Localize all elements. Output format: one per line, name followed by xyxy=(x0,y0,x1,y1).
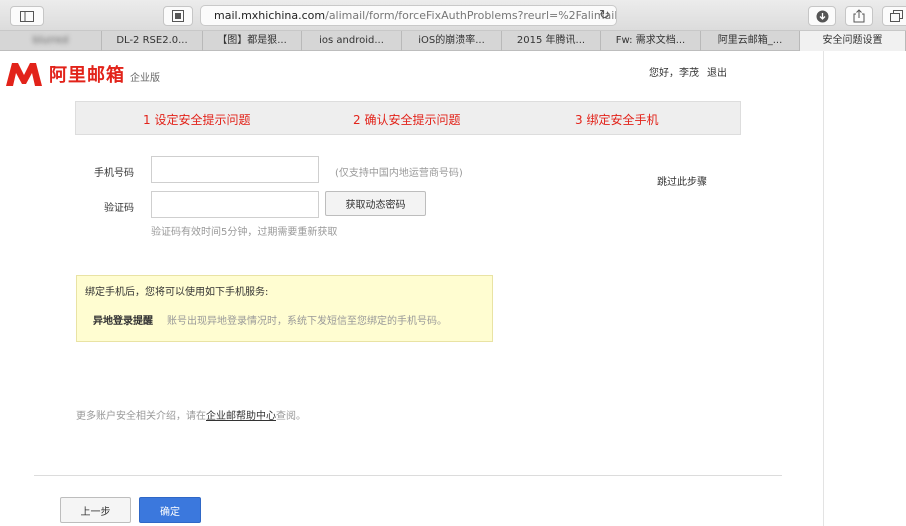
notice-service-label: 异地登录提醒 xyxy=(93,316,153,327)
tab-8[interactable]: 阿里云邮箱_... xyxy=(701,31,800,51)
tab-bar: blurred DL-2 RSE2.0... 【图】都是狠... ios and… xyxy=(0,31,906,51)
url-host: mail.mxhichina.com xyxy=(214,9,326,22)
help-prefix: 更多账户安全相关介绍，请在 xyxy=(76,411,206,422)
step-indicator: 1 设定安全提示问题 2 确认安全提示问题 3 绑定安全手机 xyxy=(75,101,741,135)
reader-button[interactable] xyxy=(163,6,193,26)
tab-7[interactable]: Fw: 需求文档... xyxy=(601,31,701,51)
share-button[interactable] xyxy=(845,6,873,26)
download-icon xyxy=(816,10,828,22)
browser-toolbar: mail.mxhichina.com /alimail/form/forceFi… xyxy=(0,0,906,31)
skip-step-link[interactable]: 跳过此步骤 xyxy=(657,173,707,188)
notice-title: 绑定手机后，您将可以使用如下手机服务: xyxy=(85,287,269,298)
step-2: 2 确认安全提示问题 xyxy=(353,113,461,127)
tab-2[interactable]: DL-2 RSE2.0... xyxy=(102,31,203,51)
tab-3[interactable]: 【图】都是狠... xyxy=(203,31,302,51)
phone-label: 手机号码 xyxy=(94,168,134,179)
logo-text: 阿里邮箱 xyxy=(49,65,125,86)
right-panel-divider xyxy=(823,51,824,526)
tab-5[interactable]: iOS的崩溃率... xyxy=(402,31,502,51)
logo-subtitle: 企业版 xyxy=(130,72,160,84)
confirm-button[interactable]: 确定 xyxy=(139,497,201,523)
user-greeting: 您好，李茂 xyxy=(649,68,699,79)
reader-icon xyxy=(172,10,184,22)
tab-1[interactable]: blurred xyxy=(0,31,102,51)
address-bar[interactable]: mail.mxhichina.com /alimail/form/forceFi… xyxy=(200,5,617,26)
alimail-logo[interactable]: 阿里邮箱 企业版 xyxy=(4,60,160,88)
code-label: 验证码 xyxy=(104,203,134,214)
logout-link[interactable]: 退出 xyxy=(707,64,727,79)
phone-input[interactable] xyxy=(151,156,319,183)
service-notice: 绑定手机后，您将可以使用如下手机服务: 异地登录提醒 账号出现异地登录情况时，系… xyxy=(76,275,493,342)
help-center-link[interactable]: 企业邮帮助中心 xyxy=(206,411,276,422)
sidebar-icon xyxy=(20,10,34,22)
reload-icon[interactable]: ↻ xyxy=(599,8,610,23)
m-logo-icon xyxy=(6,63,42,86)
footer-divider xyxy=(34,475,782,476)
tab-active[interactable]: 安全问题设置 xyxy=(800,31,906,51)
step-3: 3 绑定安全手机 xyxy=(575,113,659,127)
downloads-button[interactable] xyxy=(808,6,836,26)
tab-6[interactable]: 2015 年腾讯... xyxy=(502,31,601,51)
tabs-icon xyxy=(889,10,903,22)
tabs-overview-button[interactable] xyxy=(882,6,906,26)
prev-step-button[interactable]: 上一步 xyxy=(60,497,131,523)
get-code-button[interactable]: 获取动态密码 xyxy=(325,191,426,216)
code-input[interactable] xyxy=(151,191,319,218)
phone-hint: (仅支持中国内地运营商号码) xyxy=(335,168,463,179)
sidebar-toggle-button[interactable] xyxy=(10,6,44,26)
tab-4[interactable]: ios android... xyxy=(302,31,402,51)
url-path: /alimail/form/forceFixAuthProblems?reurl… xyxy=(325,9,617,22)
share-icon xyxy=(853,9,865,23)
code-hint: 验证码有效时间5分钟，过期需要重新获取 xyxy=(151,227,338,238)
step-1: 1 设定安全提示问题 xyxy=(143,113,251,127)
notice-service-desc: 账号出现异地登录情况时，系统下发短信至您绑定的手机号码。 xyxy=(167,316,447,327)
help-suffix: 查阅。 xyxy=(276,411,306,422)
help-text: 更多账户安全相关介绍，请在企业邮帮助中心查阅。 xyxy=(76,407,306,422)
